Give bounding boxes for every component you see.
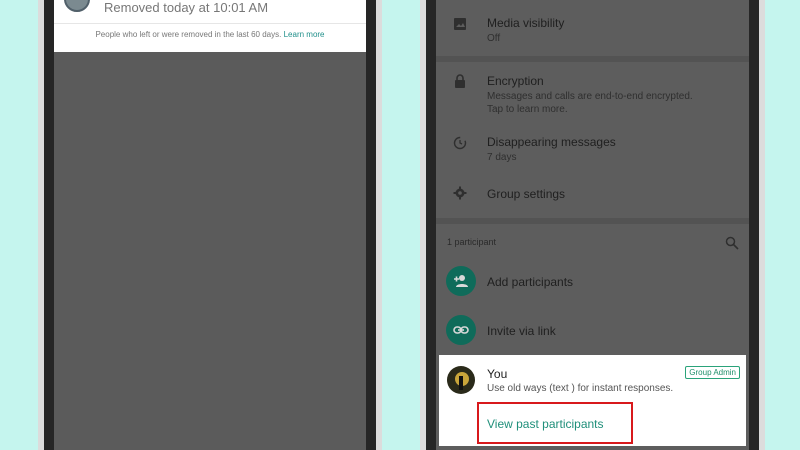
right-phone: Media visibility Off Encryption Messages… — [420, 0, 765, 450]
search-icon[interactable] — [725, 236, 739, 250]
group-admin-badge: Group Admin — [685, 366, 740, 379]
encryption-line1: Messages and calls are end-to-end encryp… — [487, 91, 693, 102]
encryption-row[interactable]: Encryption Messages and calls are end-to… — [436, 62, 749, 120]
media-visibility-value: Off — [487, 33, 501, 44]
timer-icon — [452, 136, 468, 152]
past-participants-note: People who left or were removed in the l… — [54, 30, 366, 39]
disappearing-value: 7 days — [487, 152, 517, 163]
add-person-icon — [446, 266, 476, 296]
past-participants-card: Removed today at 10:01 AM People who lef… — [54, 0, 366, 52]
disappearing-title: Disappearing messages — [487, 135, 616, 149]
encryption-title: Encryption — [487, 74, 544, 88]
media-visibility-title: Media visibility — [487, 16, 565, 30]
image-icon — [452, 17, 468, 33]
avatar — [447, 366, 475, 394]
left-phone: Removed today at 10:01 AM People who lef… — [38, 0, 382, 450]
view-past-participants-label: View past participants — [487, 417, 604, 431]
past-participant-row[interactable]: Removed today at 10:01 AM — [54, 0, 366, 24]
note-text: People who left or were removed in the l… — [95, 30, 282, 39]
avatar — [64, 0, 90, 12]
link-icon — [446, 315, 476, 345]
group-settings-title: Group settings — [487, 187, 566, 201]
view-past-participants-button[interactable]: View past participants — [477, 402, 633, 444]
participant-you-card[interactable]: You Use old ways (text ) for instant res… — [439, 355, 746, 446]
right-screen: Media visibility Off Encryption Messages… — [436, 0, 749, 450]
avatar-figure — [459, 376, 463, 390]
participant-status: Use old ways (text ) for instant respons… — [487, 383, 674, 394]
divider — [436, 218, 749, 224]
disappearing-messages-row[interactable]: Disappearing messages 7 days — [436, 122, 749, 170]
participants-count: 1 participant — [447, 237, 497, 247]
lock-icon — [452, 74, 468, 90]
invite-via-link-row[interactable]: Invite via link — [436, 315, 749, 349]
encryption-line2: Tap to learn more. — [487, 104, 568, 115]
participant-name: You — [487, 367, 508, 381]
gear-icon — [452, 186, 468, 202]
media-visibility-row[interactable]: Media visibility Off — [436, 0, 749, 50]
left-screen: Removed today at 10:01 AM People who lef… — [54, 0, 366, 450]
add-participants-row[interactable]: Add participants — [436, 266, 749, 300]
learn-more-link[interactable]: Learn more — [284, 30, 325, 39]
group-settings-row[interactable]: Group settings — [436, 176, 749, 212]
invite-via-link-label: Invite via link — [487, 324, 556, 338]
add-participants-label: Add participants — [487, 275, 574, 289]
removed-text: Removed today at 10:01 AM — [104, 0, 269, 15]
